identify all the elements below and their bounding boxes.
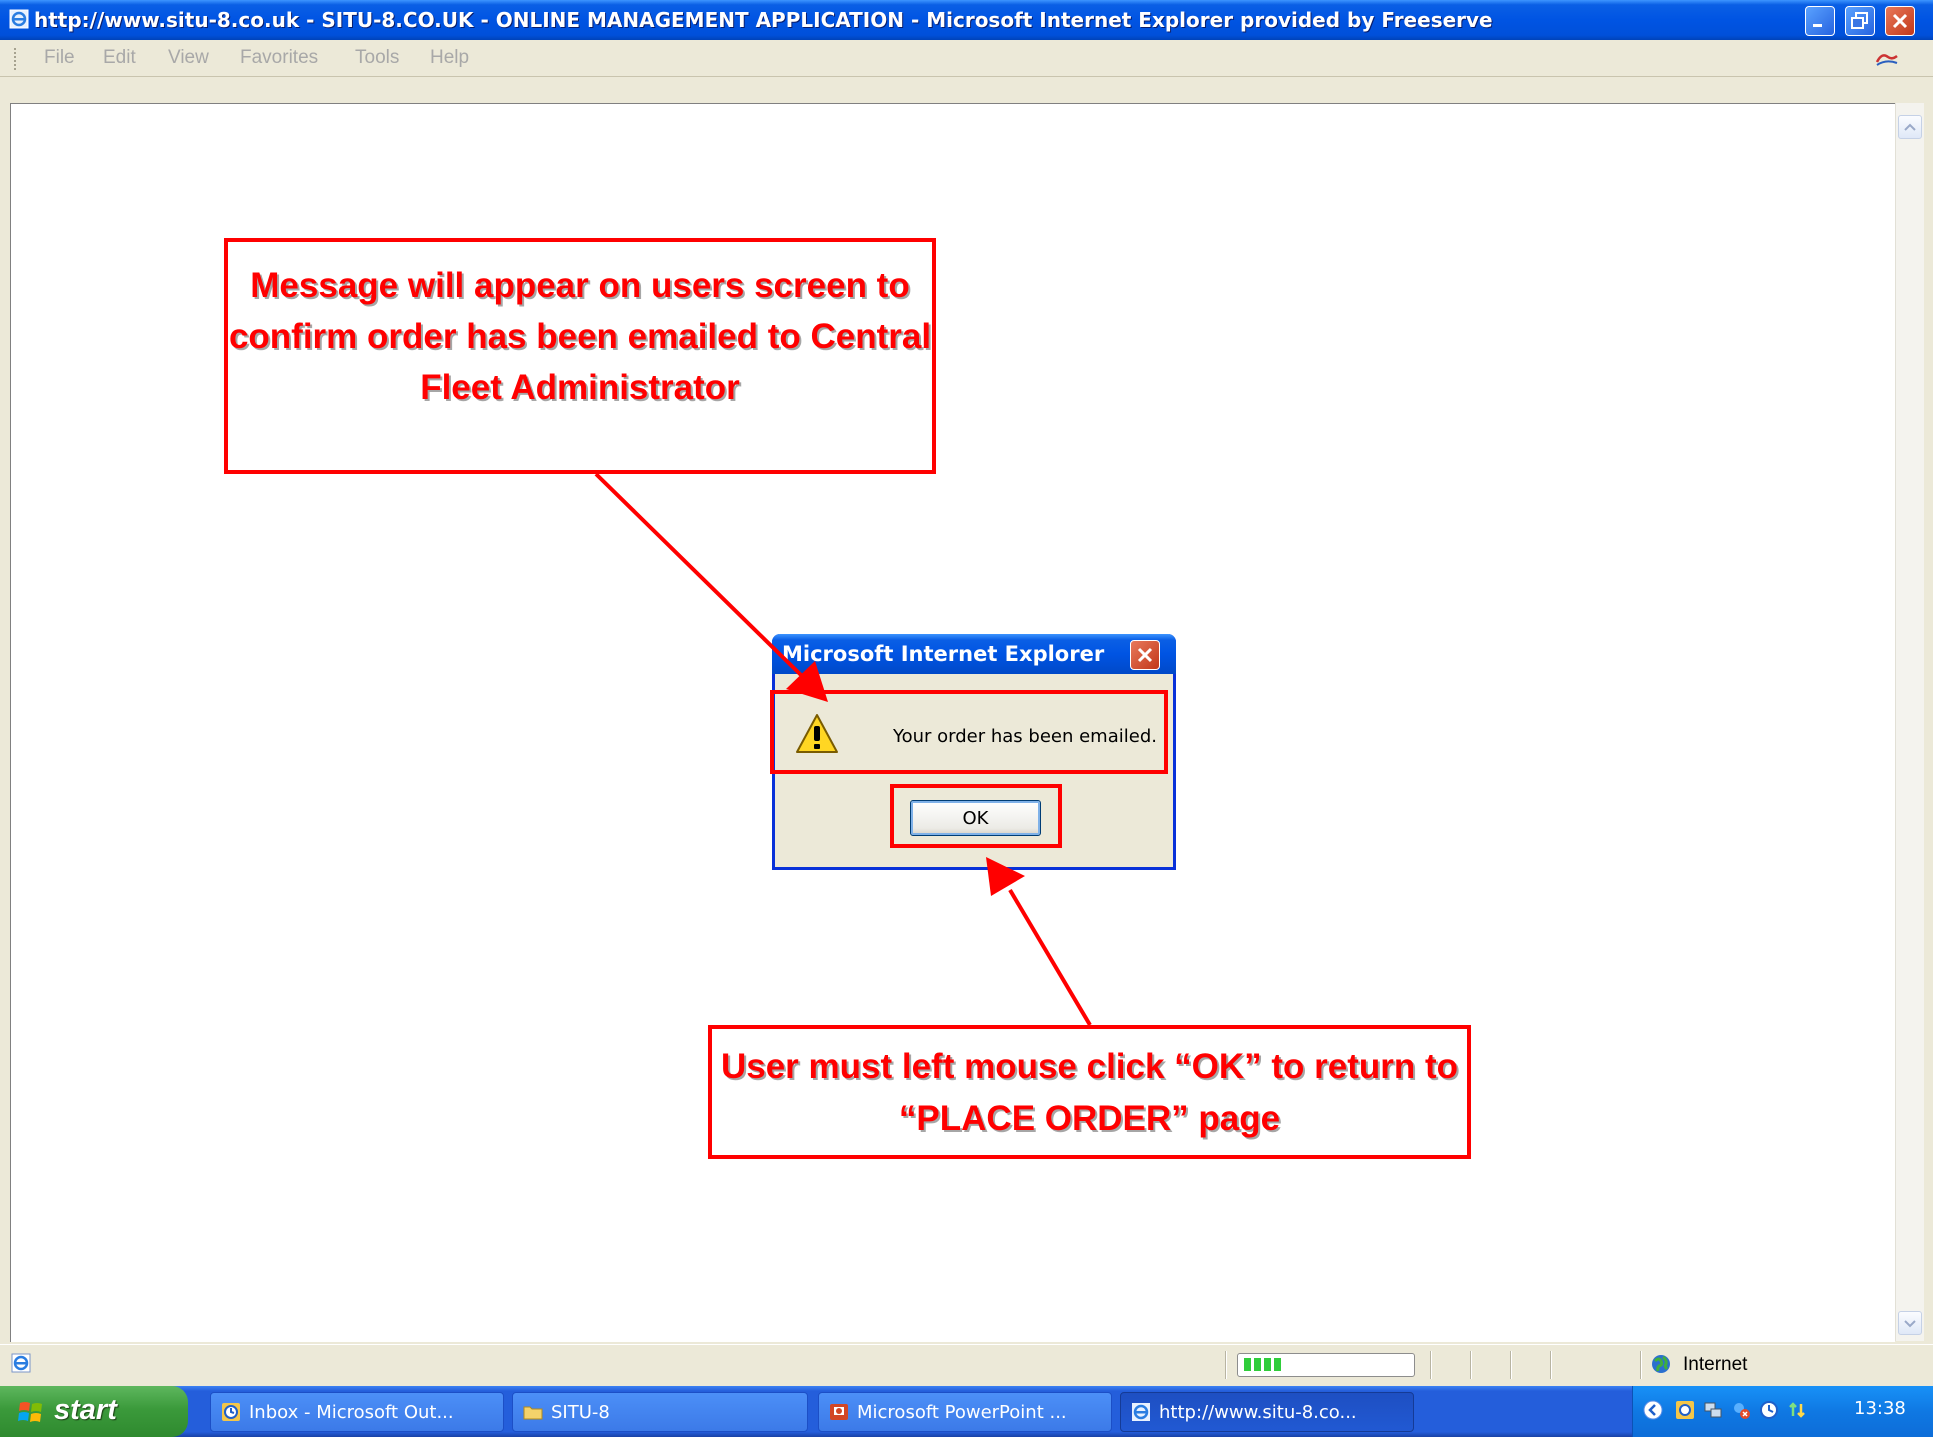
ie-page-icon (9, 9, 29, 29)
start-button[interactable]: start (0, 1386, 188, 1437)
tray-collapse-icon[interactable] (1643, 1400, 1663, 1420)
globe-icon (1652, 1355, 1670, 1373)
annotation-callout-bottom: User must left mouse click “OK” to retur… (708, 1025, 1471, 1159)
windows-logo-icon (18, 1402, 42, 1422)
taskbar-button-label: Inbox - Microsoft Out... (249, 1402, 454, 1423)
menu-help[interactable]: Help (430, 47, 469, 69)
progress-segment (1254, 1358, 1261, 1371)
chevron-down-icon (1904, 1320, 1916, 1328)
taskbar-button-label: Microsoft PowerPoint ... (857, 1402, 1067, 1423)
powerpoint-icon (830, 1404, 848, 1420)
progress-bar (1237, 1353, 1415, 1377)
dialog-close-button[interactable] (1130, 640, 1160, 670)
status-divider (1640, 1351, 1642, 1379)
progress-segment (1274, 1358, 1281, 1371)
menu-edit[interactable]: Edit (103, 47, 136, 69)
toolbar-grip[interactable] (14, 48, 19, 70)
window-title: http://www.situ-8.co.uk - SITU-8.CO.UK -… (34, 8, 1493, 32)
menu-favorites[interactable]: Favorites (240, 47, 318, 69)
window-title-bar[interactable]: http://www.situ-8.co.uk - SITU-8.CO.UK -… (0, 0, 1933, 40)
freeserve-logo-icon (1875, 54, 1898, 66)
vertical-scrollbar[interactable] (1895, 103, 1924, 1341)
progress-segment (1264, 1358, 1271, 1371)
start-label: start (54, 1394, 117, 1426)
status-divider (1430, 1351, 1432, 1379)
taskbar: start Inbox - Microsoft Out... SITU-8 Mi… (0, 1386, 1933, 1437)
clock-sync-icon[interactable] (1759, 1400, 1779, 1420)
menu-tools[interactable]: Tools (355, 47, 399, 69)
maximize-icon (1851, 12, 1868, 29)
menu-file[interactable]: File (44, 47, 75, 69)
close-button[interactable] (1885, 6, 1915, 36)
progress-segment (1244, 1358, 1251, 1371)
status-divider (1225, 1351, 1227, 1379)
status-divider (1510, 1351, 1512, 1379)
chevron-up-icon (1904, 123, 1916, 131)
ok-highlight-box (890, 784, 1062, 848)
close-icon (1137, 647, 1153, 663)
folder-icon (523, 1406, 543, 1420)
menu-view[interactable]: View (168, 47, 209, 69)
minimize-icon (1813, 24, 1822, 27)
status-divider (1550, 1351, 1552, 1379)
clock: 13:38 (1854, 1398, 1906, 1419)
taskbar-button-ie-active[interactable]: http://www.situ-8.co... (1120, 1392, 1414, 1432)
security-zone-label: Internet (1683, 1354, 1748, 1375)
ie-page-icon (11, 1353, 31, 1373)
scroll-up-button[interactable] (1898, 115, 1922, 139)
taskbar-button-label: SITU-8 (551, 1402, 610, 1423)
taskbar-button-outlook[interactable]: Inbox - Microsoft Out... (210, 1392, 504, 1432)
taskbar-button-situ8-folder[interactable]: SITU-8 (512, 1392, 808, 1432)
outlook-reminder-icon[interactable] (1675, 1400, 1695, 1420)
menu-bar: File Edit View Favorites Tools Help (0, 40, 1933, 77)
dialog-title: Microsoft Internet Explorer (782, 642, 1105, 666)
ie-page-icon (1132, 1403, 1150, 1421)
taskbar-button-powerpoint[interactable]: Microsoft PowerPoint ... (818, 1392, 1112, 1432)
status-divider (1470, 1351, 1472, 1379)
dialog-title-bar[interactable]: Microsoft Internet Explorer (772, 634, 1176, 674)
transfer-arrows-icon[interactable] (1787, 1400, 1807, 1420)
outlook-icon (222, 1403, 240, 1421)
close-icon (1892, 13, 1908, 29)
security-alert-icon[interactable] (1731, 1400, 1751, 1420)
taskbar-button-label: http://www.situ-8.co... (1159, 1402, 1357, 1423)
scroll-down-button[interactable] (1898, 1311, 1922, 1335)
status-bar: Internet (0, 1344, 1933, 1385)
minimize-button[interactable] (1805, 6, 1835, 36)
network-icon[interactable] (1703, 1400, 1723, 1420)
message-highlight-box (770, 690, 1168, 774)
annotation-callout-top: Message will appear on users screen to c… (224, 238, 936, 474)
restore-button[interactable] (1845, 6, 1875, 36)
